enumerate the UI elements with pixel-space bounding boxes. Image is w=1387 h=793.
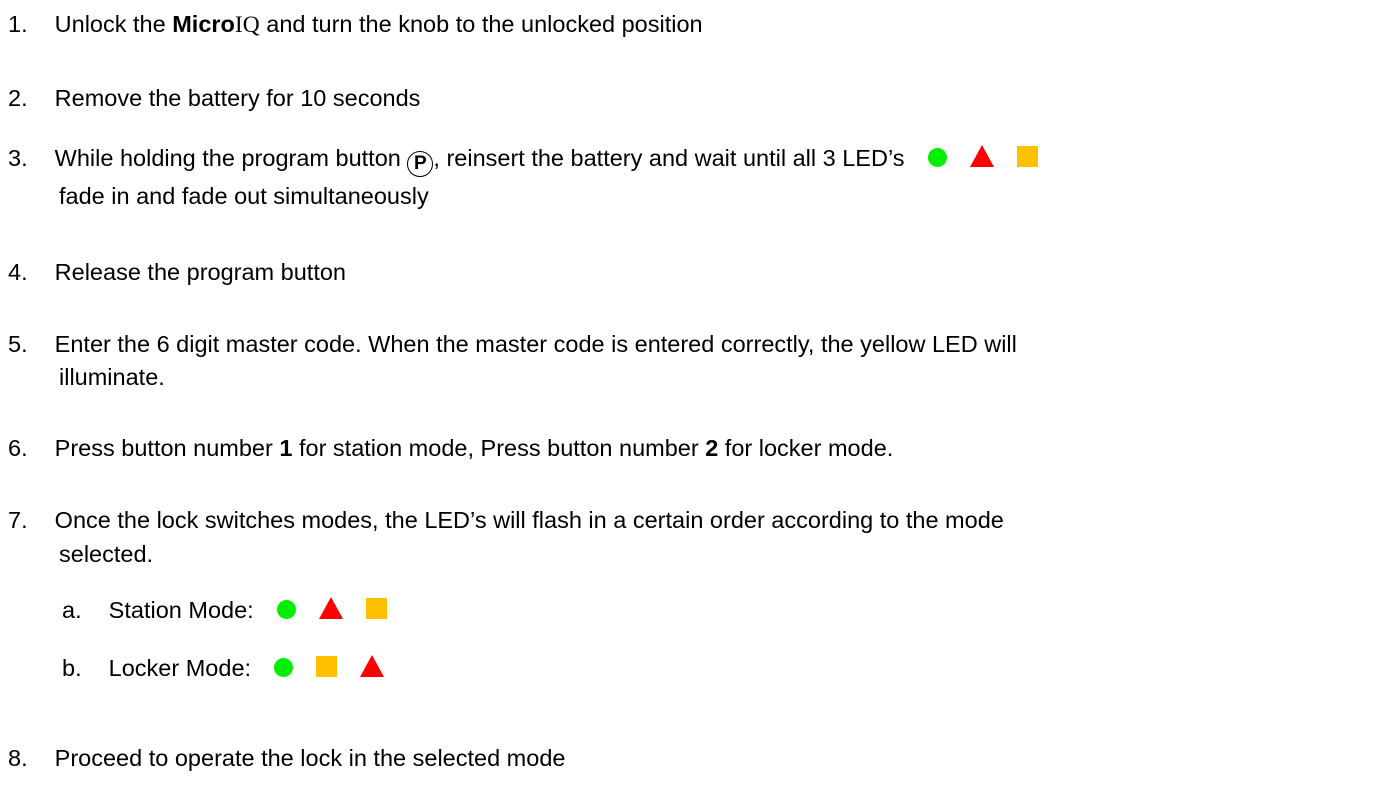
step-6: 6. Press button number 1 for station mod… xyxy=(8,434,893,462)
step-text: Once the lock switches modes, the LED’s … xyxy=(54,507,1004,533)
instructions-page: 1. Unlock the MicroIQ and turn the knob … xyxy=(0,0,1387,793)
button-number-1: 1 xyxy=(279,435,293,461)
step-text: Press button number xyxy=(54,435,280,461)
brand-iq: IQ xyxy=(234,12,260,38)
step-number: 7. xyxy=(8,507,28,533)
step-3-continued: fade in and fade out simultaneously xyxy=(59,182,429,210)
substep-label: Station Mode: xyxy=(108,597,254,623)
step-text: Remove the battery for 10 seconds xyxy=(54,85,421,111)
step-text: for station mode, Press button number xyxy=(292,435,706,461)
substep-letter: b. xyxy=(62,655,82,681)
substep-letter: a. xyxy=(62,597,82,623)
yellow-led-icon xyxy=(316,656,338,677)
step-number: 2. xyxy=(8,85,28,111)
step-text: illuminate. xyxy=(59,364,165,390)
green-led-icon xyxy=(927,148,947,167)
step-number: 6. xyxy=(8,435,28,461)
red-led-icon xyxy=(360,655,385,677)
step-text: Release the program button xyxy=(54,259,346,285)
step-text: While holding the program button xyxy=(54,145,408,171)
green-led-icon xyxy=(276,600,296,619)
red-led-icon xyxy=(318,597,343,619)
step-text: for locker mode. xyxy=(718,435,894,461)
step-2: 2. Remove the battery for 10 seconds xyxy=(8,84,420,112)
step-7: 7. Once the lock switches modes, the LED… xyxy=(8,506,1004,534)
step-number: 5. xyxy=(8,331,28,357)
step-number: 8. xyxy=(8,745,28,771)
yellow-led-icon xyxy=(365,598,387,619)
step-8: 8. Proceed to operate the lock in the se… xyxy=(8,744,565,772)
step-text: selected. xyxy=(59,541,154,567)
step-text: Enter the 6 digit master code. When the … xyxy=(54,331,1017,357)
step-number: 1. xyxy=(8,11,28,37)
substep-label: Locker Mode: xyxy=(108,655,252,681)
step-text: fade in and fade out simultaneously xyxy=(59,183,429,209)
step-text: , reinsert the battery and wait until al… xyxy=(433,145,905,171)
yellow-led-icon xyxy=(1016,146,1038,167)
green-led-icon xyxy=(274,658,294,677)
step-4: 4. Release the program button xyxy=(8,258,346,286)
program-button-icon: P xyxy=(407,151,434,177)
step-number: 4. xyxy=(8,259,28,285)
step-5-continued: illuminate. xyxy=(59,363,165,391)
step-5: 5. Enter the 6 digit master code. When t… xyxy=(8,330,1017,358)
step-text: Unlock the xyxy=(54,11,173,37)
step-text: Proceed to operate the lock in the selec… xyxy=(54,745,566,771)
step-number: 3. xyxy=(8,145,28,171)
red-led-icon xyxy=(969,145,994,167)
brand-micro: Micro xyxy=(172,11,235,37)
step-3: 3. While holding the program button P, r… xyxy=(8,144,1038,177)
step-7-continued: selected. xyxy=(59,540,153,568)
step-1: 1. Unlock the MicroIQ and turn the knob … xyxy=(8,10,703,39)
step-text: and turn the knob to the unlocked positi… xyxy=(259,11,703,37)
substep-b: b. Locker Mode: xyxy=(62,654,385,682)
substep-a: a. Station Mode: xyxy=(62,596,387,624)
button-number-2: 2 xyxy=(705,435,719,461)
